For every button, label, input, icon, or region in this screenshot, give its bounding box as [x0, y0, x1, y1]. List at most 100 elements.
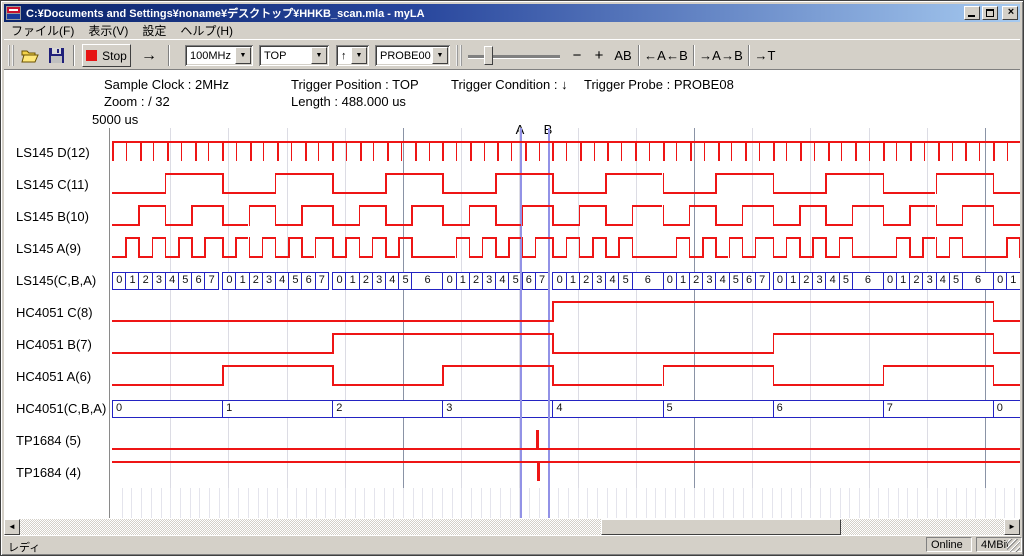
wave-segment: [663, 365, 773, 367]
wave-segment: [618, 237, 631, 239]
wave-edge: [552, 205, 554, 226]
wave-edge: [883, 365, 885, 386]
minor-tick: [946, 488, 947, 518]
strobe-pulse: [497, 143, 499, 161]
scroll-left-button[interactable]: ◄: [4, 519, 20, 535]
channel-label: LS145 A(9): [16, 241, 108, 257]
cursor-b-line[interactable]: [548, 128, 550, 518]
wave-edge: [632, 237, 634, 258]
sample-clock-combo[interactable]: 100MHz ▼: [185, 45, 253, 66]
wave-edge: [275, 205, 277, 226]
zoom-in-button[interactable]: +: [589, 44, 609, 67]
zoom-slider-handle[interactable]: [484, 46, 493, 65]
wave-edge: [178, 237, 180, 258]
strobe-pulse: [869, 143, 870, 161]
close-button[interactable]: ×: [1002, 6, 1018, 20]
open-file-button[interactable]: [17, 44, 43, 67]
trigger-position-combo[interactable]: TOP ▼: [259, 45, 329, 66]
wave-edge: [275, 237, 277, 258]
save-button[interactable]: [44, 44, 68, 67]
strobe-pulse: [993, 143, 995, 161]
trigger-edge-combo[interactable]: ↑ ▼: [336, 45, 369, 66]
minor-tick: [587, 488, 588, 518]
run-button[interactable]: →: [136, 44, 162, 67]
horizontal-scrollbar[interactable]: ◄ ►: [4, 519, 1020, 535]
minor-tick: [869, 488, 870, 518]
minor-tick: [907, 488, 908, 518]
zoom-out-button[interactable]: −: [567, 44, 587, 67]
wave-segment: [552, 301, 992, 303]
strobe-pulse: [841, 143, 842, 161]
close-icon: ×: [1003, 6, 1019, 18]
strobe-pulse: [373, 143, 374, 161]
wave-edge: [262, 237, 264, 258]
maximize-button[interactable]: [982, 6, 998, 20]
wave-edge: [993, 173, 995, 194]
wave-segment: [936, 256, 949, 258]
goto-cursor-b-button[interactable]: ←B: [665, 44, 689, 67]
wave-edge: [191, 237, 193, 258]
set-cursor-b-button[interactable]: →B: [720, 44, 744, 67]
wave-edge: [962, 237, 964, 258]
wave-segment: [799, 205, 825, 207]
gridline: [170, 128, 171, 518]
wave-edge: [385, 205, 387, 226]
menu-settings[interactable]: 設定: [135, 21, 173, 40]
wave-segment: [165, 224, 191, 226]
bus-value-cell: 3: [442, 400, 554, 418]
minor-tick: [471, 488, 472, 518]
scrollbar-thumb[interactable]: [601, 519, 841, 535]
ab-button[interactable]: AB: [610, 44, 636, 67]
minor-tick: [1004, 488, 1005, 518]
zoom-slider-track[interactable]: [468, 55, 560, 58]
wave-edge: [799, 205, 801, 226]
wave-segment: [936, 224, 962, 226]
wave-edge: [522, 205, 524, 226]
dropdown-arrow-icon[interactable]: ▼: [235, 47, 251, 64]
dropdown-arrow-icon[interactable]: ▼: [432, 47, 448, 64]
wave-segment: [852, 205, 883, 207]
wave-segment: [262, 237, 275, 239]
wave-edge: [715, 237, 717, 258]
gridline: [810, 128, 811, 518]
minor-tick: [772, 488, 773, 518]
trigger-probe-combo[interactable]: PROBE00 ▼: [375, 45, 450, 66]
strobe-pulse: [566, 143, 567, 161]
wave-edge: [742, 205, 744, 226]
minor-tick: [161, 488, 162, 518]
wave-edge: [222, 365, 224, 386]
minor-tick: [267, 488, 268, 518]
minimize-button[interactable]: [964, 6, 980, 20]
toolbar-grip: [8, 45, 14, 66]
wave-segment: [663, 192, 716, 194]
wave-edge: [165, 205, 167, 226]
wave-edge: [275, 173, 277, 194]
wave-segment: [275, 173, 332, 175]
channel-label: HC4051 C(8): [16, 305, 108, 321]
strobe-pulse: [250, 143, 252, 161]
resize-grip-icon[interactable]: [1007, 539, 1020, 552]
waveform-panel: Sample Clock : 2MHz Trigger Position : T…: [4, 70, 1020, 519]
stop-button[interactable]: Stop: [82, 44, 131, 67]
goto-cursor-a-button[interactable]: ←A: [643, 44, 667, 67]
wave-edge: [936, 173, 938, 194]
set-cursor-a-button[interactable]: →A: [698, 44, 722, 67]
wave-edge: [883, 173, 885, 194]
menu-view[interactable]: 表示(V): [81, 21, 135, 40]
wave-edge: [729, 237, 731, 258]
dropdown-arrow-icon[interactable]: ▼: [351, 47, 367, 64]
menu-file[interactable]: ファイル(F): [4, 21, 81, 40]
menu-help[interactable]: ヘルプ(H): [173, 21, 240, 40]
strobe-pulse: [167, 143, 169, 161]
scroll-right-button[interactable]: ►: [1004, 519, 1020, 535]
dropdown-arrow-icon[interactable]: ▼: [311, 47, 327, 64]
cursor-a-line[interactable]: [520, 128, 522, 518]
wave-edge: [936, 205, 938, 226]
minor-tick: [219, 488, 220, 518]
strobe-pulse: [938, 143, 940, 161]
goto-trigger-button[interactable]: →T: [753, 44, 777, 67]
toolbar-separator: [638, 45, 640, 66]
bus-value-cell: 7: [315, 272, 330, 290]
wave-segment: [112, 256, 125, 258]
wave-segment: [112, 461, 1020, 463]
